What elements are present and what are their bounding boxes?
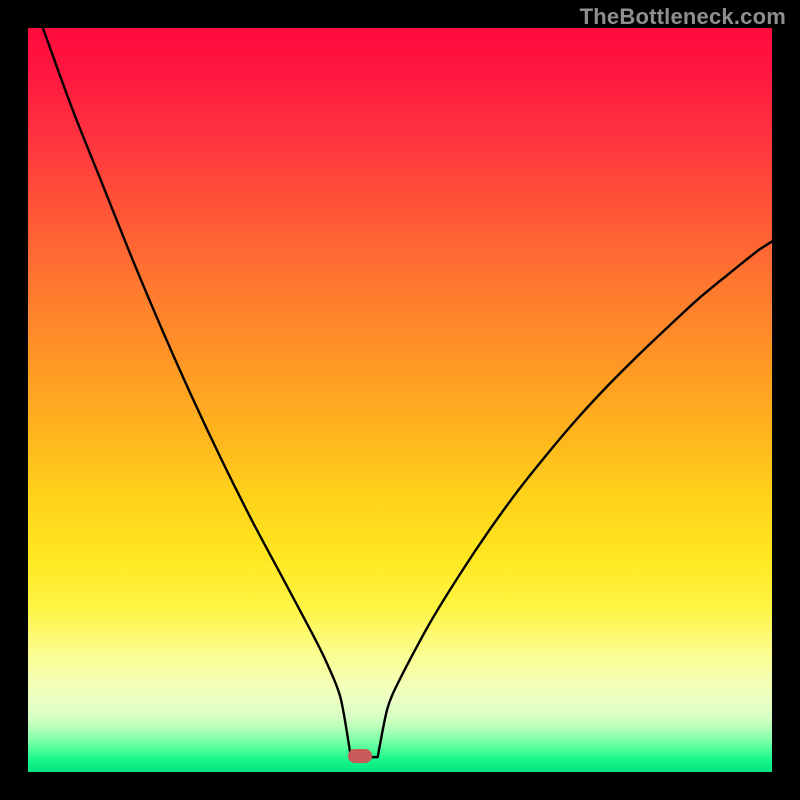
plot-area	[28, 28, 772, 772]
chart-frame: TheBottleneck.com	[0, 0, 800, 800]
watermark-text: TheBottleneck.com	[580, 4, 786, 30]
bottleneck-curve	[28, 28, 772, 772]
optimal-marker	[348, 749, 372, 763]
curve-path	[43, 28, 772, 757]
